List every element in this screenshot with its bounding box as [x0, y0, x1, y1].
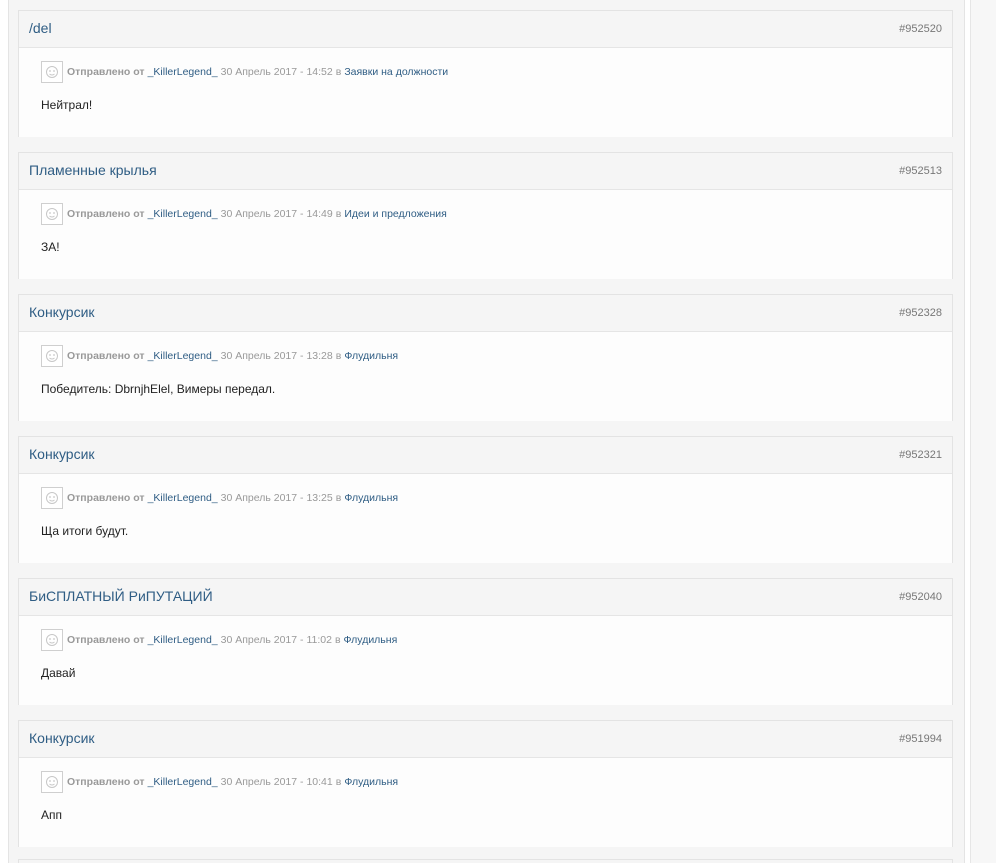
post-card: Конкурсик #951994 Отправлено от _KillerL… — [18, 720, 953, 847]
post-body: Отправлено от _KillerLegend_ 30 Апрель 2… — [19, 332, 952, 421]
post-header: /del #952520 — [19, 11, 952, 48]
post-title-link[interactable]: БиСПЛАТНЫЙ РиПУТАЦИЙ — [29, 588, 213, 604]
post-title-link[interactable]: Конкурсик — [29, 446, 95, 462]
avatar-placeholder-icon[interactable] — [41, 771, 63, 793]
post-card: /del #952520 Отправлено от _KillerLegend… — [18, 10, 953, 137]
author-link[interactable]: _KillerLegend_ — [148, 492, 218, 504]
right-scroll-rail — [970, 0, 996, 863]
forum-link[interactable]: Идеи и предложения — [344, 208, 447, 220]
post-meta: Отправлено от _KillerLegend_ 30 Апрель 2… — [41, 486, 398, 510]
post-card: БиСПЛАТНЫЙ РиПУТАЦИЙ #952040 Отправлено … — [18, 578, 953, 705]
forum-link[interactable]: Флудильня — [344, 776, 398, 788]
meta-label: Отправлено от — [67, 634, 145, 646]
meta-in-label: в — [335, 66, 342, 78]
post-body: Отправлено от _KillerLegend_ 30 Апрель 2… — [19, 474, 952, 563]
meta-label: Отправлено от — [67, 776, 145, 788]
page: /del #952520 Отправлено от _KillerLegend… — [0, 0, 996, 863]
post-card: Пламенные крылья #952513 Отправлено от _… — [18, 152, 953, 279]
meta-in-label: в — [335, 776, 342, 788]
post-id-link[interactable]: #952040 — [899, 591, 942, 603]
post-text: Ща итоги будут. — [41, 524, 129, 538]
post-meta: Отправлено от _KillerLegend_ 30 Апрель 2… — [41, 60, 448, 84]
forum-link[interactable]: Флудильня — [344, 350, 398, 362]
next-post-edge — [18, 859, 953, 863]
post-title-link[interactable]: /del — [29, 20, 52, 36]
forum-link[interactable]: Заявки на должности — [344, 66, 448, 78]
forum-link[interactable]: Флудильня — [344, 492, 398, 504]
post-date: 30 Апрель 2017 - 14:49 — [220, 208, 333, 220]
post-title-link[interactable]: Конкурсик — [29, 730, 95, 746]
post-text: Победитель: DbrnjhElel, Вимеры передал. — [41, 382, 276, 396]
meta-in-label: в — [334, 634, 341, 646]
post-header: Конкурсик #951994 — [19, 721, 952, 758]
avatar-placeholder-icon[interactable] — [41, 487, 63, 509]
author-link[interactable]: _KillerLegend_ — [148, 776, 218, 788]
post-text: Апп — [41, 808, 62, 822]
meta-in-label: в — [335, 208, 342, 220]
avatar-placeholder-icon[interactable] — [41, 203, 63, 225]
post-meta: Отправлено от _KillerLegend_ 30 Апрель 2… — [41, 628, 397, 652]
post-date: 30 Апрель 2017 - 14:52 — [220, 66, 333, 78]
post-header: Конкурсик #952328 — [19, 295, 952, 332]
meta-label: Отправлено от — [67, 208, 145, 220]
post-id-link[interactable]: #951994 — [899, 733, 942, 745]
post-body: Отправлено от _KillerLegend_ 30 Апрель 2… — [19, 616, 952, 705]
post-body: Отправлено от _KillerLegend_ 30 Апрель 2… — [19, 190, 952, 279]
post-text: ЗА! — [41, 240, 60, 254]
post-id-link[interactable]: #952321 — [899, 449, 942, 461]
post-date: 30 Апрель 2017 - 13:28 — [220, 350, 333, 362]
post-header: БиСПЛАТНЫЙ РиПУТАЦИЙ #952040 — [19, 579, 952, 616]
author-link[interactable]: _KillerLegend_ — [148, 66, 218, 78]
post-date: 30 Апрель 2017 - 13:25 — [220, 492, 333, 504]
post-text: Нейтрал! — [41, 98, 93, 112]
author-link[interactable]: _KillerLegend_ — [148, 350, 218, 362]
author-link[interactable]: _KillerLegend_ — [148, 208, 218, 220]
post-id-link[interactable]: #952520 — [899, 23, 942, 35]
meta-label: Отправлено от — [67, 66, 145, 78]
post-card: Конкурсик #952321 Отправлено от _KillerL… — [18, 436, 953, 563]
post-card: Конкурсик #952328 Отправлено от _KillerL… — [18, 294, 953, 421]
post-title-link[interactable]: Конкурсик — [29, 304, 95, 320]
forum-link[interactable]: Флудильня — [344, 634, 398, 646]
post-body: Отправлено от _KillerLegend_ 30 Апрель 2… — [19, 48, 952, 137]
post-meta: Отправлено от _KillerLegend_ 30 Апрель 2… — [41, 344, 398, 368]
meta-label: Отправлено от — [67, 492, 145, 504]
author-link[interactable]: _KillerLegend_ — [148, 634, 218, 646]
post-body: Отправлено от _KillerLegend_ 30 Апрель 2… — [19, 758, 952, 847]
post-date: 30 Апрель 2017 - 10:41 — [220, 776, 333, 788]
meta-label: Отправлено от — [67, 350, 145, 362]
avatar-placeholder-icon[interactable] — [41, 629, 63, 651]
avatar-placeholder-icon[interactable] — [41, 345, 63, 367]
meta-in-label: в — [335, 350, 342, 362]
post-text: Давай — [41, 666, 76, 680]
post-meta: Отправлено от _KillerLegend_ 30 Апрель 2… — [41, 202, 447, 226]
post-meta: Отправлено от _KillerLegend_ 30 Апрель 2… — [41, 770, 398, 794]
post-id-link[interactable]: #952328 — [899, 307, 942, 319]
meta-in-label: в — [335, 492, 342, 504]
post-id-link[interactable]: #952513 — [899, 165, 942, 177]
post-date: 30 Апрель 2017 - 11:02 — [220, 634, 332, 646]
avatar-placeholder-icon[interactable] — [41, 61, 63, 83]
post-header: Конкурсик #952321 — [19, 437, 952, 474]
post-title-link[interactable]: Пламенные крылья — [29, 162, 157, 178]
post-header: Пламенные крылья #952513 — [19, 153, 952, 190]
